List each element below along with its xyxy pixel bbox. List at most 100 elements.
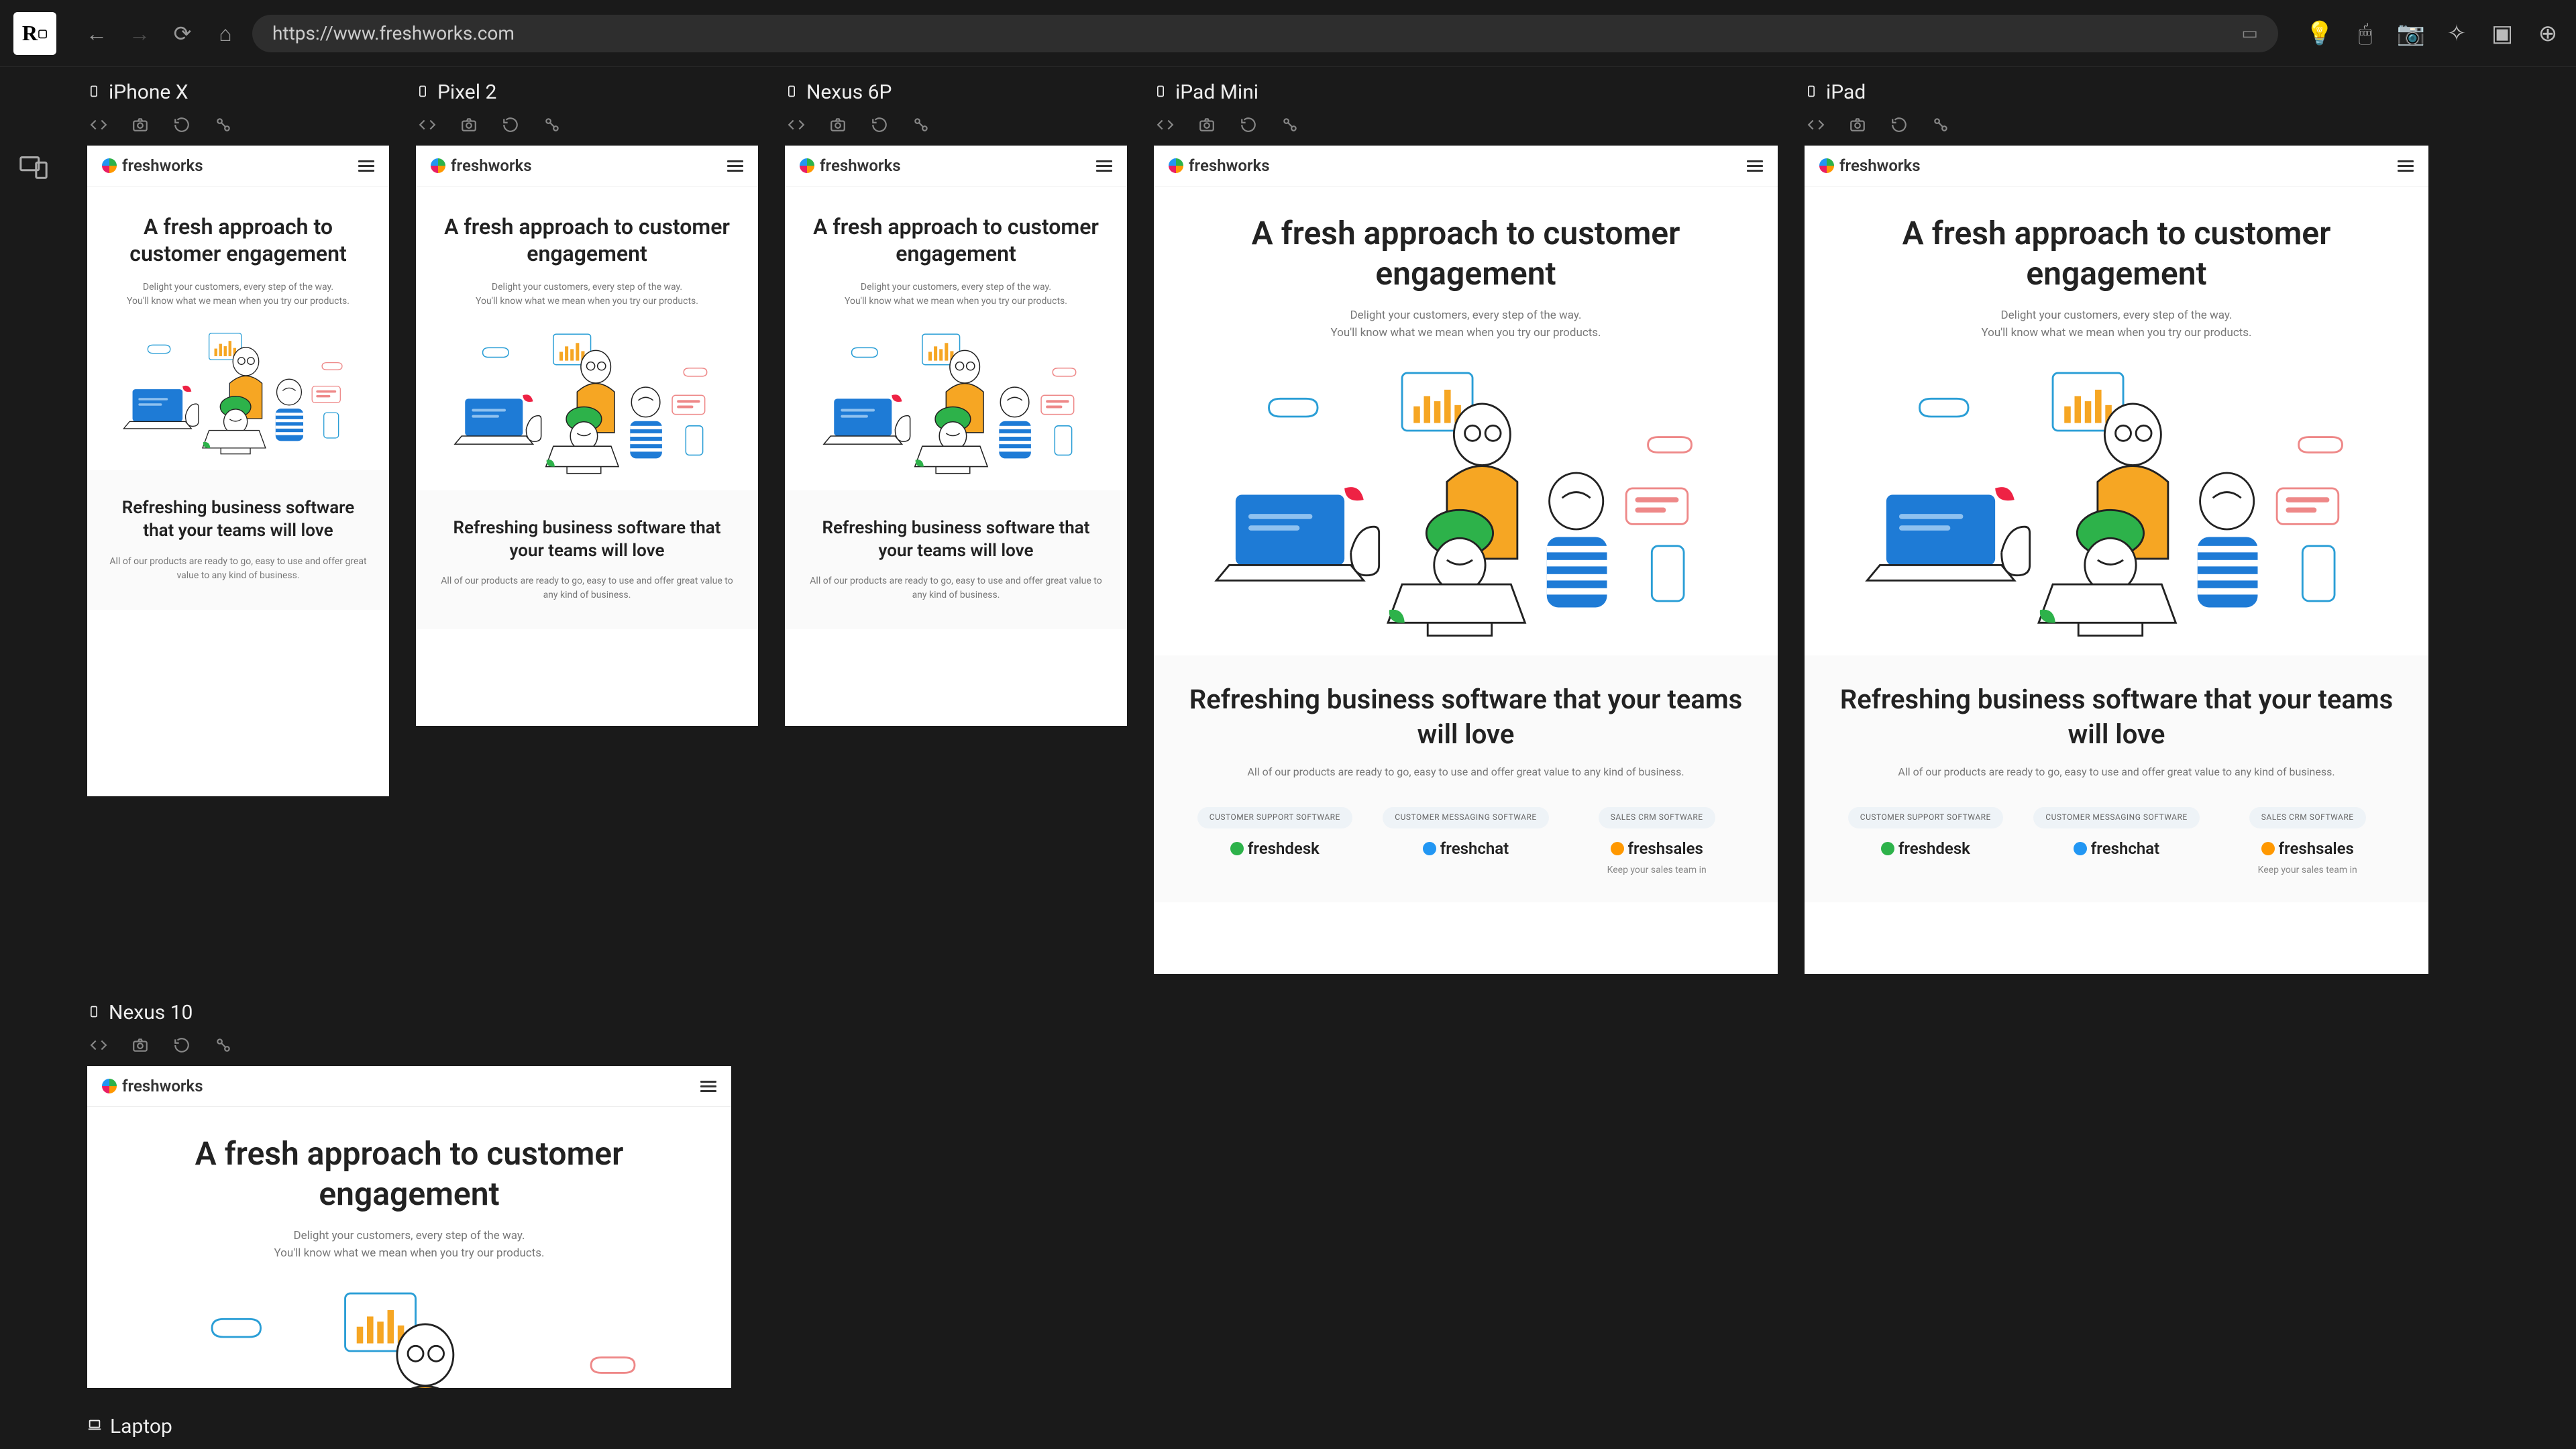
screenshot-icon[interactable] xyxy=(129,113,152,136)
section2-sub: All of our products are ready to go, eas… xyxy=(107,555,369,583)
product-dot-icon xyxy=(1423,842,1436,855)
mouse-icon[interactable]: 🖱 xyxy=(2351,19,2380,48)
screenshot-icon[interactable] xyxy=(1195,113,1218,136)
menu-button[interactable] xyxy=(727,160,743,172)
product-card[interactable]: SALES CRM SOFTWARE freshsales Keep your … xyxy=(1569,807,1744,875)
device-type-icon xyxy=(87,83,101,102)
device-header: iPhone X xyxy=(87,80,389,104)
device-name: iPad xyxy=(1826,80,1866,104)
device-type-icon xyxy=(1154,83,1167,102)
hero-title: A fresh approach to customer engagement xyxy=(1174,213,1758,294)
rotate-icon[interactable] xyxy=(1237,113,1260,136)
freshworks-logo[interactable]: freshworks xyxy=(102,1077,203,1095)
touch-icon[interactable] xyxy=(1929,113,1952,136)
product-pill: SALES CRM SOFTWARE xyxy=(1599,807,1715,828)
devtools-icon[interactable] xyxy=(87,1034,110,1057)
devtools-icon[interactable] xyxy=(1805,113,1827,136)
rotate-icon[interactable] xyxy=(868,113,891,136)
device-name: iPhone X xyxy=(109,80,189,104)
device-frame[interactable]: freshworks A fresh approach to customer … xyxy=(1805,146,2428,974)
hero-tagline: Delight your customers, every step of th… xyxy=(1825,307,2408,341)
product-card[interactable]: CUSTOMER SUPPORT SOFTWARE freshdesk xyxy=(1187,807,1362,875)
hero-title: A fresh approach to customer engagement xyxy=(107,213,369,267)
touch-icon[interactable] xyxy=(212,113,235,136)
touch-icon[interactable] xyxy=(1279,113,1301,136)
url-text: https://www.freshworks.com xyxy=(272,22,515,44)
screenshot-icon[interactable] xyxy=(458,113,480,136)
touch-icon[interactable] xyxy=(541,113,564,136)
section2-sub: All of our products are ready to go, eas… xyxy=(1825,764,2408,780)
home-button[interactable]: ⌂ xyxy=(212,20,239,47)
hero-tagline: Delight your customers, every step of th… xyxy=(1174,307,1758,341)
device-frame[interactable]: freshworks A fresh approach to customer … xyxy=(416,146,758,726)
device-frame[interactable]: freshworks A fresh approach to customer … xyxy=(87,1066,731,1388)
freshworks-logo[interactable]: freshworks xyxy=(1169,156,1270,175)
devices-view-icon[interactable] xyxy=(15,148,52,185)
touch-icon[interactable] xyxy=(910,113,932,136)
menu-button[interactable] xyxy=(1747,160,1763,172)
device-type-icon xyxy=(416,83,429,102)
hero-illustration xyxy=(1854,360,2379,642)
reload-button[interactable]: ⟳ xyxy=(169,20,196,47)
hero-title: A fresh approach to customer engagement xyxy=(805,213,1107,267)
product-pill: CUSTOMER MESSAGING SOFTWARE xyxy=(2033,807,2199,828)
back-button[interactable]: ← xyxy=(83,20,110,47)
menu-button[interactable] xyxy=(2398,160,2414,172)
device-header: Laptop xyxy=(87,1415,2556,1438)
bulb-icon[interactable]: 💡 xyxy=(2305,19,2334,48)
devtools-icon[interactable] xyxy=(785,113,808,136)
forward-button[interactable]: → xyxy=(126,20,153,47)
menu-button[interactable] xyxy=(700,1081,716,1092)
camera-icon[interactable]: 📷 xyxy=(2396,19,2426,48)
rotate-icon[interactable] xyxy=(170,113,193,136)
touch-icon[interactable] xyxy=(212,1034,235,1057)
product-name: freshsales xyxy=(2220,839,2395,858)
reader-mode-icon[interactable]: ▭ xyxy=(2241,23,2258,44)
section2-title: Refreshing business software that your t… xyxy=(805,517,1107,563)
sparkle-icon[interactable]: ✧ xyxy=(2442,19,2471,48)
screenshot-icon[interactable] xyxy=(1846,113,1869,136)
app-logo[interactable]: R▢ xyxy=(13,12,56,55)
window-icon[interactable]: ▣ xyxy=(2487,19,2517,48)
brand-text: freshworks xyxy=(122,1077,203,1095)
freshworks-logo[interactable]: freshworks xyxy=(431,156,532,175)
product-pill: SALES CRM SOFTWARE xyxy=(2249,807,2366,828)
devtools-icon[interactable] xyxy=(416,113,439,136)
screenshot-icon[interactable] xyxy=(826,113,849,136)
hero-illustration xyxy=(138,1281,681,1388)
device-header: iPad Mini xyxy=(1154,80,1778,104)
product-card[interactable]: CUSTOMER MESSAGING SOFTWARE freshchat xyxy=(1379,807,1554,875)
device-frame[interactable]: freshworks A fresh approach to customer … xyxy=(785,146,1127,726)
freshworks-logo[interactable]: freshworks xyxy=(800,156,901,175)
menu-button[interactable] xyxy=(358,160,374,172)
freshworks-logo[interactable]: freshworks xyxy=(102,156,203,175)
screenshot-icon[interactable] xyxy=(129,1034,152,1057)
device-type-icon xyxy=(1805,83,1818,102)
devtools-icon[interactable] xyxy=(87,113,110,136)
rotate-icon[interactable] xyxy=(499,113,522,136)
hero-tagline: Delight your customers, every step of th… xyxy=(107,280,369,309)
product-card[interactable]: CUSTOMER MESSAGING SOFTWARE freshchat xyxy=(2029,807,2204,875)
freshworks-logo[interactable]: freshworks xyxy=(1819,156,1921,175)
device-header: Nexus 6P xyxy=(785,80,1127,104)
device-type-icon xyxy=(785,83,798,102)
hero-tagline: Delight your customers, every step of th… xyxy=(107,1228,711,1262)
rotate-icon[interactable] xyxy=(170,1034,193,1057)
section2-title: Refreshing business software that your t… xyxy=(1174,682,1758,752)
product-dot-icon xyxy=(1611,842,1624,855)
product-dot-icon xyxy=(1881,842,1894,855)
hero-title: A fresh approach to customer engagement xyxy=(107,1134,711,1214)
product-name: freshdesk xyxy=(1187,839,1362,858)
device-frame[interactable]: freshworks A fresh approach to customer … xyxy=(1154,146,1778,974)
devtools-icon[interactable] xyxy=(1154,113,1177,136)
product-card[interactable]: SALES CRM SOFTWARE freshsales Keep your … xyxy=(2220,807,2395,875)
zoom-icon[interactable]: ⊕ xyxy=(2533,19,2563,48)
product-card[interactable]: CUSTOMER SUPPORT SOFTWARE freshdesk xyxy=(1838,807,2013,875)
rotate-icon[interactable] xyxy=(1888,113,1911,136)
device-name: Pixel 2 xyxy=(437,80,496,104)
menu-button[interactable] xyxy=(1096,160,1112,172)
device-name: iPad Mini xyxy=(1175,80,1258,104)
url-bar[interactable]: https://www.freshworks.com ▭ xyxy=(252,15,2278,52)
section2-sub: All of our products are ready to go, eas… xyxy=(1174,764,1758,780)
device-frame[interactable]: freshworks A fresh approach to customer … xyxy=(87,146,389,796)
